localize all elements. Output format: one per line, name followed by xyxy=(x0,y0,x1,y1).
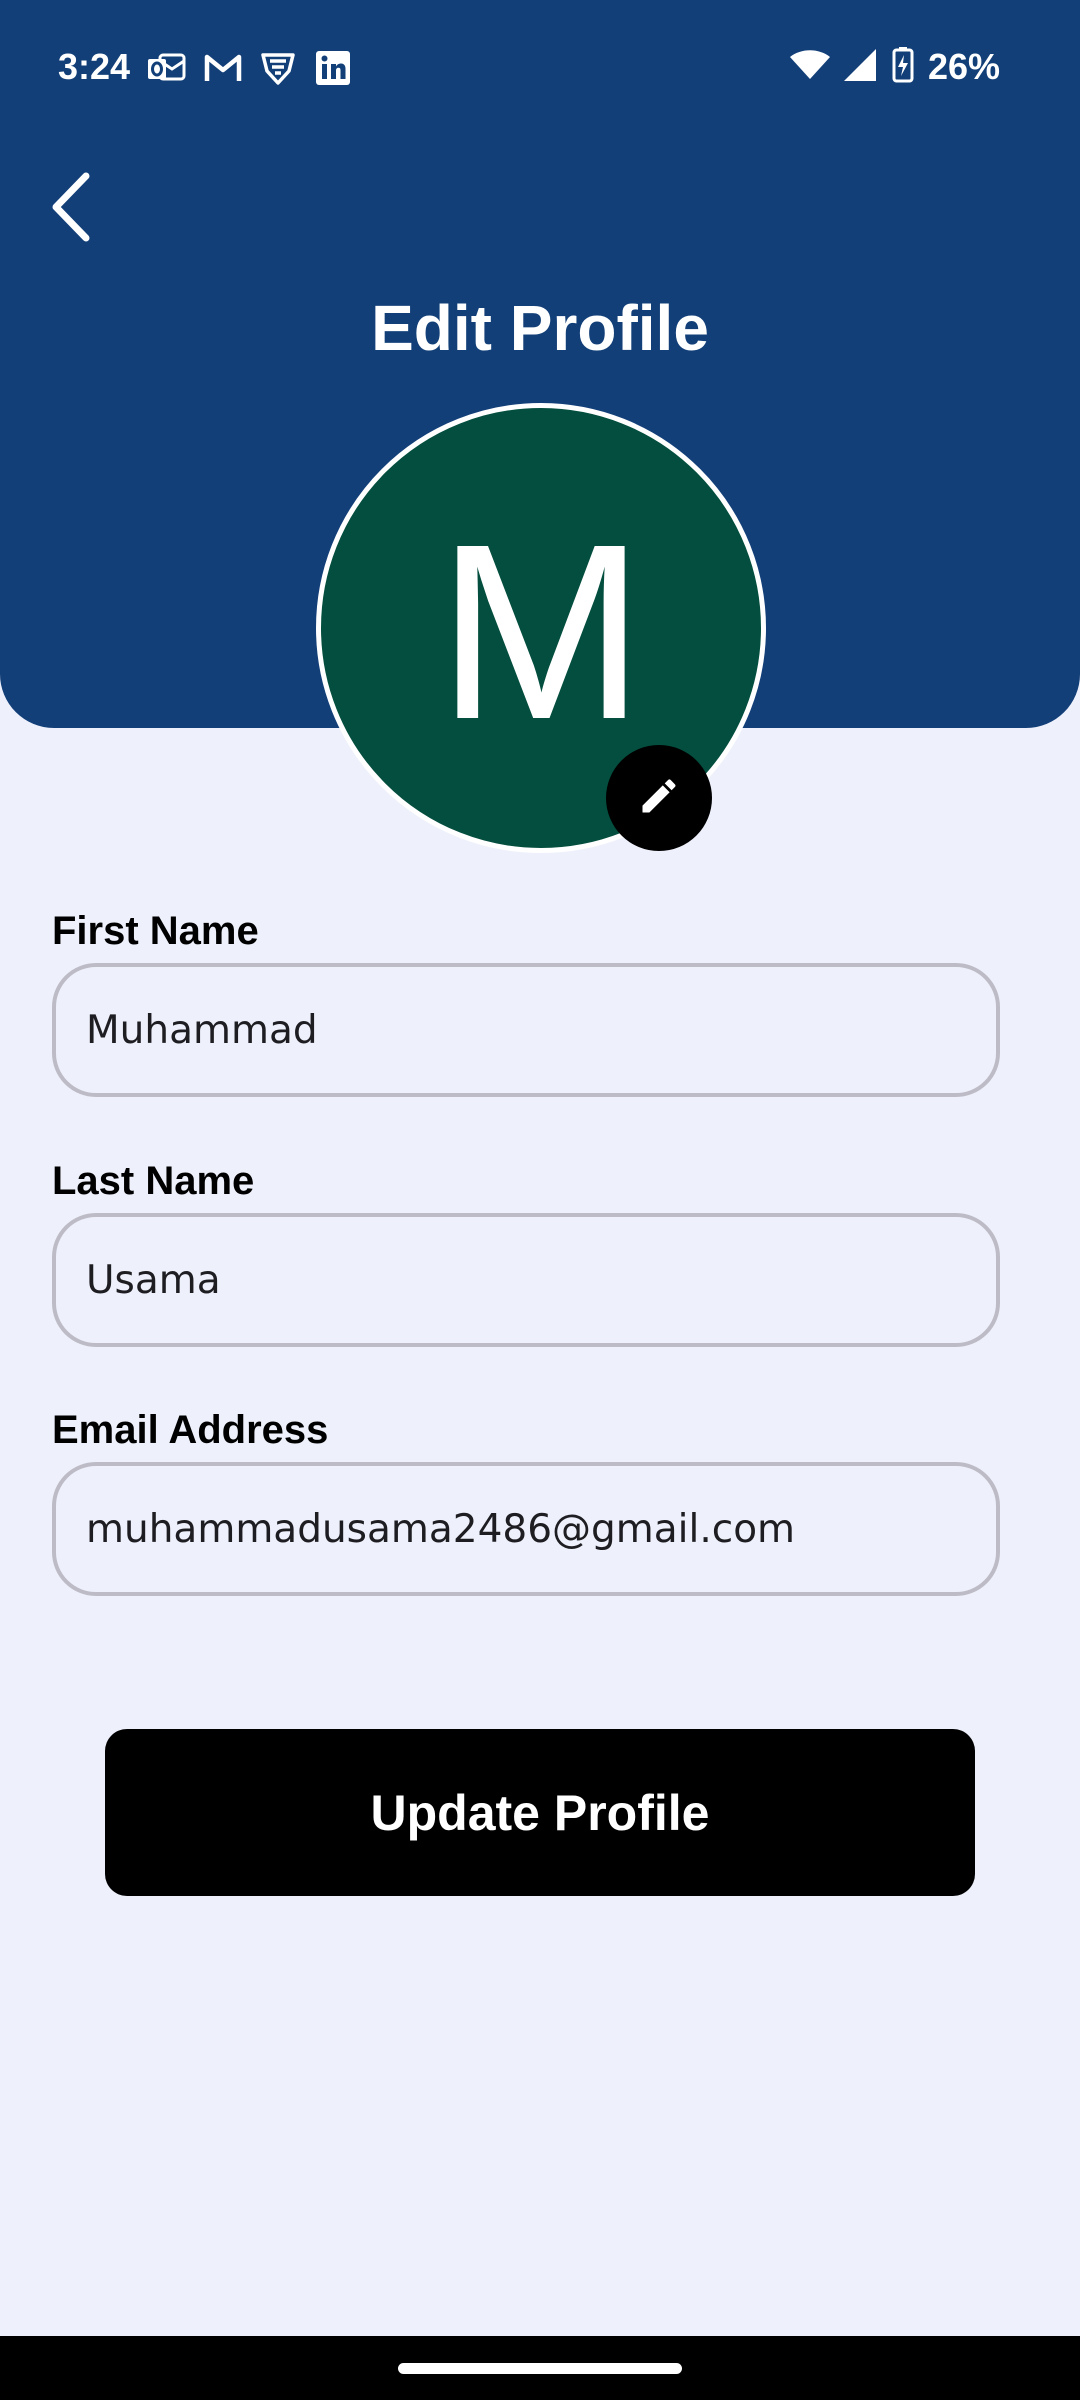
last-name-label: Last Name xyxy=(52,1159,255,1203)
status-time: 3:24 xyxy=(58,46,131,87)
home-indicator[interactable] xyxy=(398,2363,682,2374)
edit-profile-screen: 3:24 26% Edit Profile M First Name Muham… xyxy=(0,0,1080,2400)
notification-icons xyxy=(146,48,352,88)
back-button[interactable] xyxy=(30,164,110,254)
email-label: Email Address xyxy=(52,1408,329,1452)
update-profile-button[interactable]: Update Profile xyxy=(105,1729,975,1896)
status-bar: 3:24 26% xyxy=(0,0,1080,136)
email-input[interactable] xyxy=(52,1462,1000,1596)
cell-signal-icon xyxy=(843,48,878,87)
first-name-input[interactable] xyxy=(52,963,1000,1097)
battery-charging-icon xyxy=(892,46,914,88)
last-name-input[interactable] xyxy=(52,1213,1000,1347)
linkedin-icon xyxy=(314,49,352,87)
battery-percent: 26% xyxy=(927,46,1000,87)
avatar-container: M xyxy=(316,403,766,853)
wifi-icon xyxy=(789,49,830,86)
gmail-icon xyxy=(204,53,242,83)
page-title: Edit Profile xyxy=(371,292,709,364)
navigation-bar xyxy=(0,2336,1080,2400)
first-name-label: First Name xyxy=(52,909,259,953)
edit-avatar-button[interactable] xyxy=(606,745,712,851)
chevron-left-icon xyxy=(48,172,92,247)
vpn-shield-icon xyxy=(260,50,296,86)
system-status-icons: 26% xyxy=(789,44,1000,90)
avatar-initial: M xyxy=(436,492,646,771)
pencil-icon xyxy=(637,774,681,823)
outlook-icon xyxy=(146,51,186,85)
